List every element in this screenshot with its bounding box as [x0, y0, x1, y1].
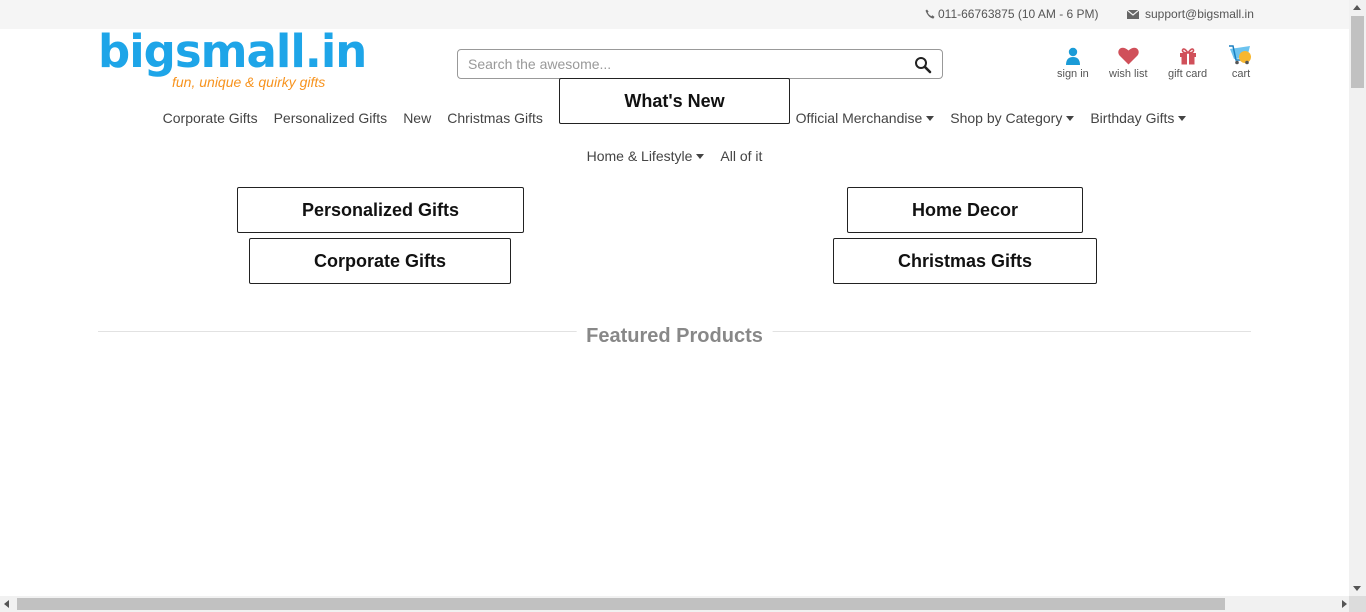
nav-new-label: New [403, 110, 432, 126]
wish-list-link[interactable]: wish list [1109, 43, 1148, 80]
christmas-gifts-box[interactable]: Christmas Gifts [833, 238, 1097, 284]
main-nav-row-2: Home & Lifestyle All of it [0, 145, 1349, 167]
search-input[interactable] [468, 54, 898, 74]
user-icon [1065, 47, 1080, 65]
nav-corporate-gifts[interactable]: Corporate Gifts [155, 107, 266, 129]
scroll-right-icon[interactable] [1342, 600, 1347, 608]
logo-tagline: fun, unique & quirky gifts [172, 74, 326, 90]
vertical-scrollbar[interactable] [1349, 0, 1366, 596]
christmas-gifts-label: Christmas Gifts [897, 250, 1033, 271]
cart-label: cart [1231, 68, 1251, 80]
contact-phone: 011-66763875 (10 AM - 6 PM) [925, 7, 1099, 21]
nav-official-merchandise-label: Official Merchandise [795, 110, 923, 126]
cart-link[interactable]: cart [1228, 43, 1254, 80]
nav-christmas-gifts[interactable]: Christmas Gifts [439, 107, 551, 129]
nav-birthday-gifts[interactable]: Birthday Gifts [1082, 107, 1194, 129]
contact-phone-text: 011-66763875 (10 AM - 6 PM) [938, 7, 1099, 21]
whats-new-label: What's New [624, 90, 725, 111]
search-box [457, 49, 943, 79]
featured-products-title: Featured Products [576, 325, 773, 348]
home-decor-label: Home Decor [911, 199, 1019, 220]
gift-card-label: gift card [1168, 68, 1208, 80]
scroll-up-icon[interactable] [1353, 5, 1361, 10]
logo-brand: bigsmall.in [98, 25, 367, 78]
whats-new-box[interactable]: What's New [559, 78, 790, 124]
corporate-gifts-box[interactable]: Corporate Gifts [249, 238, 511, 284]
nav-christmas-gifts-label: Christmas Gifts [447, 110, 543, 126]
vertical-scroll-thumb[interactable] [1351, 16, 1364, 88]
featured-products-heading: Featured Products [98, 322, 1251, 350]
scroll-left-icon[interactable] [4, 600, 9, 608]
home-decor-box[interactable]: Home Decor [847, 187, 1083, 233]
contact-email-text[interactable]: support@bigsmall.in [1145, 7, 1254, 21]
caret-down-icon [1178, 115, 1187, 121]
personalized-gifts-box[interactable]: Personalized Gifts [237, 187, 524, 233]
sign-in-label: sign in [1057, 68, 1089, 80]
personalized-gifts-label: Personalized Gifts [301, 199, 460, 220]
corporate-gifts-label: Corporate Gifts [313, 250, 446, 271]
gift-card-link[interactable]: gift card [1168, 43, 1207, 80]
envelope-icon [1127, 9, 1139, 19]
sign-in-link[interactable]: sign in [1057, 43, 1089, 80]
nav-home-lifestyle-label: Home & Lifestyle [586, 148, 693, 164]
cart-icon [1229, 45, 1251, 65]
caret-down-icon [926, 115, 935, 121]
caret-down-icon [1066, 115, 1075, 121]
scroll-down-icon[interactable] [1353, 586, 1361, 591]
nav-all-of-it[interactable]: All of it [712, 145, 770, 167]
nav-new[interactable]: New [395, 107, 439, 129]
heart-icon [1118, 47, 1139, 65]
nav-shop-by-category[interactable]: Shop by Category [942, 107, 1082, 129]
nav-shop-by-category-label: Shop by Category [950, 110, 1063, 126]
caret-down-icon [696, 153, 705, 159]
scrollbar-corner [1349, 596, 1366, 612]
phone-icon [925, 9, 935, 19]
nav-personalized-gifts-label: Personalized Gifts [273, 110, 388, 126]
contact-email[interactable]: support@bigsmall.in [1127, 7, 1254, 21]
search-icon[interactable] [914, 56, 932, 74]
horizontal-scroll-thumb[interactable] [17, 598, 1225, 610]
horizontal-scrollbar[interactable] [0, 596, 1366, 612]
nav-birthday-gifts-label: Birthday Gifts [1090, 110, 1175, 126]
gift-icon [1179, 48, 1196, 65]
nav-all-of-it-label: All of it [720, 148, 763, 164]
wish-list-label: wish list [1109, 68, 1148, 80]
nav-official-merchandise[interactable]: Official Merchandise [788, 107, 943, 129]
site-logo[interactable]: bigsmall.in fun, unique & quirky gifts [98, 29, 367, 95]
nav-home-lifestyle[interactable]: Home & Lifestyle [579, 145, 713, 167]
nav-corporate-gifts-label: Corporate Gifts [162, 110, 258, 126]
nav-personalized-gifts[interactable]: Personalized Gifts [266, 107, 396, 129]
